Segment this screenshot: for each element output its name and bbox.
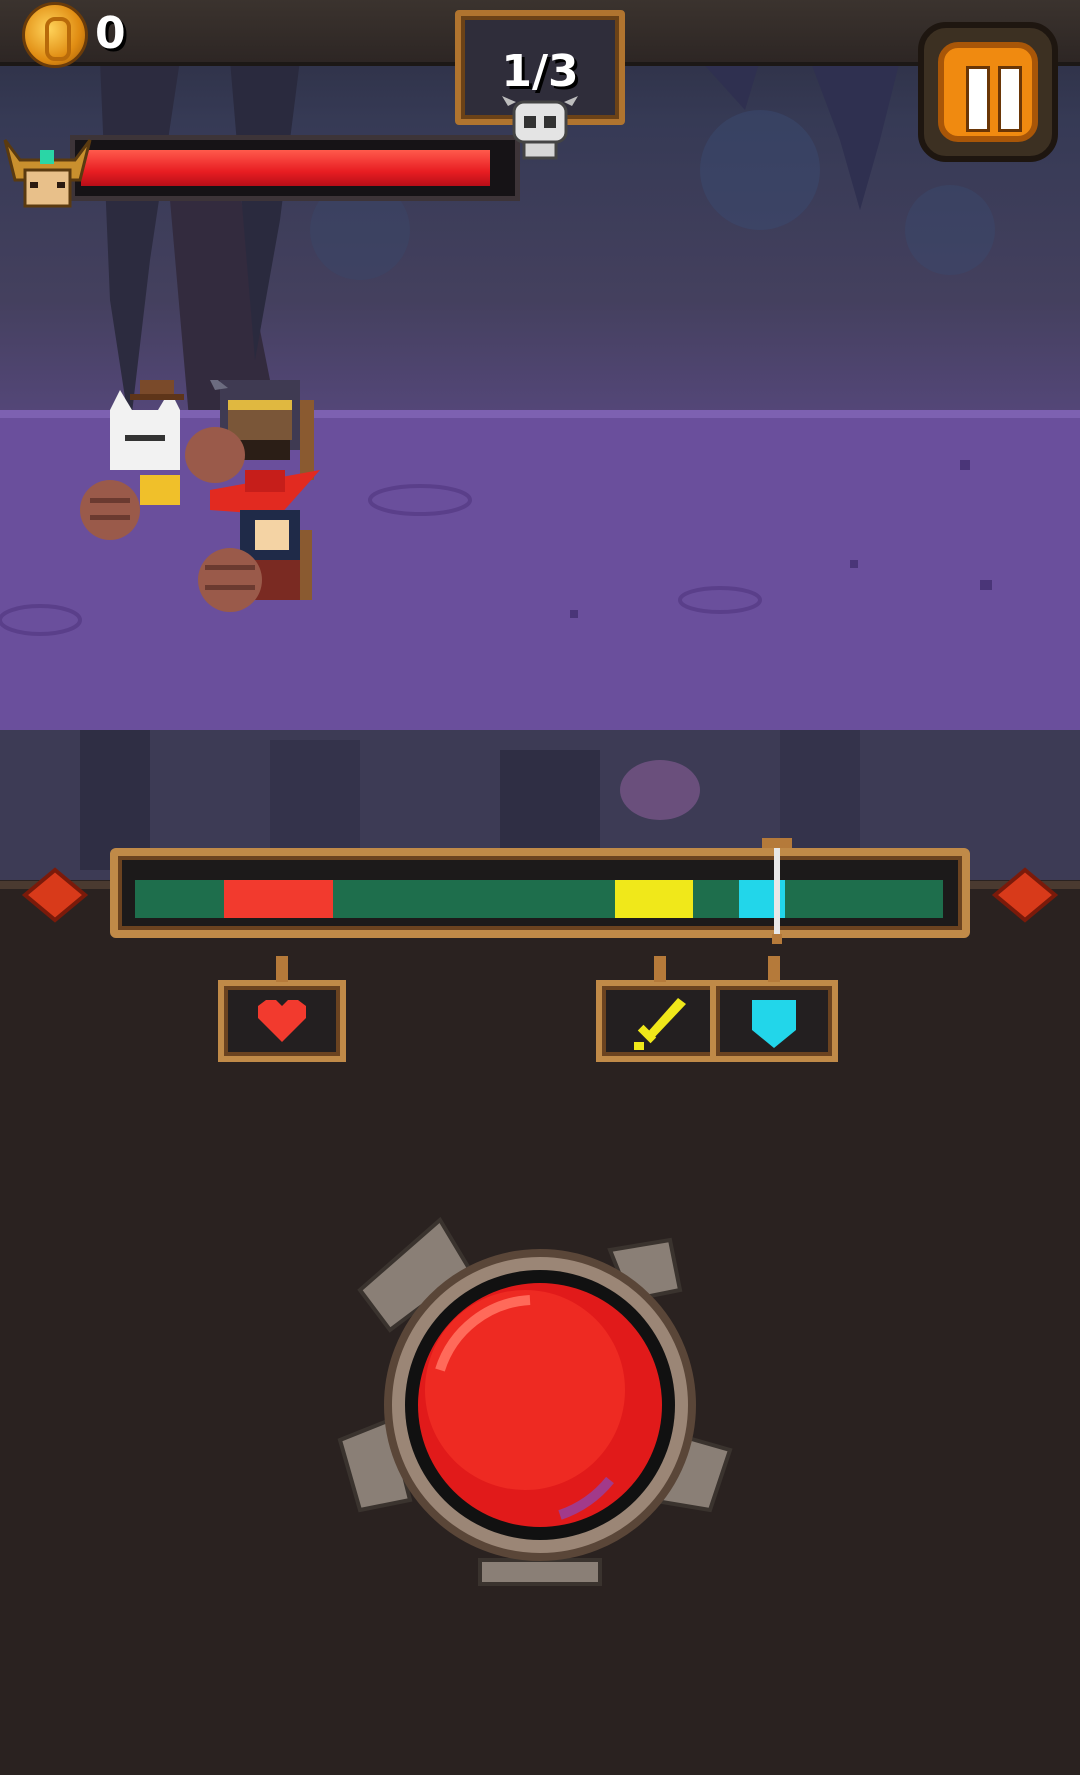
viking-hero <box>185 380 314 483</box>
defense-slot <box>710 956 838 1062</box>
shield-icon <box>752 1000 796 1048</box>
pause-bar-left <box>966 66 990 132</box>
boss-health-bar <box>70 135 520 201</box>
cursor-needle-icon <box>762 838 792 944</box>
sword-icon <box>634 998 686 1050</box>
wave-text: 1/3 <box>501 46 579 97</box>
boss-portrait-icon <box>3 139 92 208</box>
heart-zone <box>224 880 333 918</box>
skull-icon <box>502 96 578 160</box>
attack-slot <box>596 956 724 1062</box>
boss-health-fill <box>81 150 490 186</box>
heart-icon <box>258 1000 306 1042</box>
hero-party <box>80 380 320 612</box>
timing-cursor <box>762 838 792 948</box>
pause-button[interactable] <box>918 22 1058 162</box>
big-red-action-button[interactable] <box>330 1210 750 1590</box>
slot-pin <box>768 956 780 982</box>
coin-icon <box>22 2 88 68</box>
slot-pin <box>276 956 288 982</box>
coin-count: 0 <box>95 8 126 59</box>
attack-zone <box>615 880 693 918</box>
heart-slot <box>218 956 346 1062</box>
cat-hero <box>80 380 184 540</box>
timing-bar-track <box>135 880 943 918</box>
pause-icon <box>938 42 1038 142</box>
slot-pin <box>654 956 666 982</box>
mage-hero <box>198 470 320 612</box>
pause-bar-right <box>998 66 1022 132</box>
